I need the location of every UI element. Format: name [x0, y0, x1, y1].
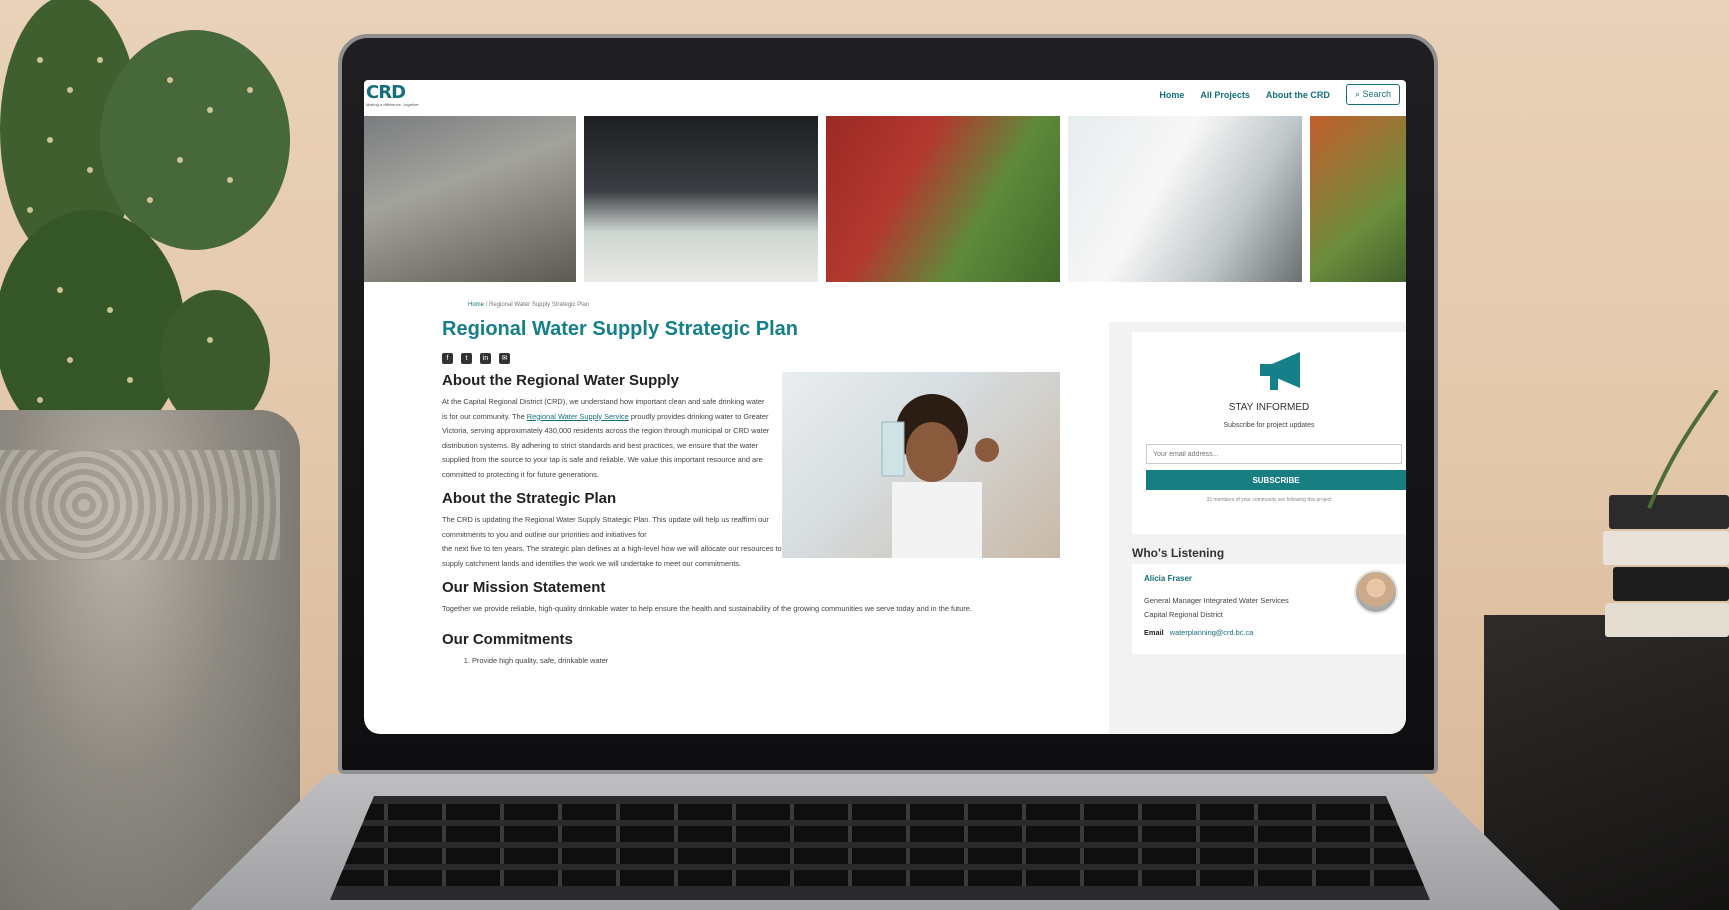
about-supply-text: At the Capital Regional District (CRD), … — [442, 395, 770, 482]
subscribe-button[interactable]: SUBSCRIBE — [1146, 470, 1406, 490]
plant-leaf — [1647, 390, 1719, 509]
logo-tagline: Making a difference...together — [366, 102, 419, 107]
megaphone-icon — [1260, 352, 1300, 390]
nav-home[interactable]: Home — [1159, 90, 1184, 100]
share-icons: f t in ✉ — [442, 353, 1062, 364]
search-icon: ⌕ — [1354, 89, 1360, 99]
child-photo-illustration — [881, 394, 999, 558]
contact-role-line1: General Manager Integrated Water Service… — [1144, 596, 1289, 605]
hero-banner — [364, 116, 1406, 282]
breadcrumb-separator: / — [485, 302, 488, 308]
heading-commitments: Our Commitments — [442, 630, 573, 648]
nav-about-crd[interactable]: About the CRD — [1266, 90, 1330, 100]
twitter-icon[interactable]: t — [461, 353, 472, 364]
logo-mark: CRD — [366, 82, 406, 103]
search-label: Search — [1362, 89, 1391, 99]
heading-mission: Our Mission Statement — [442, 579, 606, 596]
contact-email-label: Email — [1144, 628, 1164, 637]
list-item: Provide high quality, safe, drinkable wa… — [472, 656, 1062, 665]
pot-pattern — [0, 450, 280, 560]
linkedin-icon[interactable]: in — [480, 353, 491, 364]
regional-water-supply-link[interactable]: Regional Water Supply Service — [527, 412, 629, 421]
banner-photo-water-samples — [584, 116, 818, 282]
email-icon[interactable]: ✉ — [499, 353, 510, 364]
avatar — [1354, 570, 1398, 614]
facebook-icon[interactable]: f — [442, 353, 453, 364]
contact-name: Alicia Fraser — [1144, 574, 1193, 583]
banner-photo-hydrant — [826, 116, 1060, 282]
stay-informed-title: STAY INFORMED — [1228, 402, 1310, 413]
site-header: CRD Making a difference...together Home … — [364, 80, 1406, 116]
mission-text: Together we provide reliable, high-quali… — [442, 604, 972, 613]
commitments-list: Provide high quality, safe, drinkable wa… — [472, 656, 1062, 665]
whos-listening-card: Alicia Fraser General Manager Integrated… — [1132, 564, 1406, 654]
breadcrumb: Home / Regional Water Supply Strategic P… — [468, 302, 589, 308]
crd-logo[interactable]: CRD Making a difference...together — [366, 82, 436, 110]
banner-photo-road-crew — [364, 116, 576, 282]
whos-listening-title: Who's Listening — [1132, 546, 1225, 560]
banner-photo-field-worker — [1310, 116, 1406, 282]
keyboard — [330, 796, 1430, 900]
contact-email: Email waterplanning@crd.bc.ca — [1144, 628, 1253, 637]
laptop-screen: CRD Making a difference...together Home … — [364, 80, 1406, 734]
email-field[interactable] — [1146, 444, 1402, 464]
about-supply-text-b: proudly provides drinking water to Great… — [442, 411, 770, 479]
cactus-plant — [0, 0, 290, 450]
nav-all-projects[interactable]: All Projects — [1200, 90, 1250, 100]
page-title: Regional Water Supply Strategic Plan — [442, 318, 798, 340]
stay-informed-subtitle: Subscribe for project updates — [1223, 422, 1315, 429]
breadcrumb-current: Regional Water Supply Strategic Plan — [489, 302, 590, 308]
about-section: About the Regional Water Supply At the C… — [442, 372, 1062, 665]
followers-note: 33 members of your community are followi… — [1206, 497, 1332, 503]
dark-cabinet — [1484, 615, 1729, 910]
contact-role: General Manager Integrated Water Service… — [1144, 594, 1289, 622]
child-water-glass-photo — [782, 372, 1060, 558]
stay-informed-card: STAY INFORMED Subscribe for project upda… — [1132, 332, 1406, 534]
main-content: Regional Water Supply Strategic Plan f t… — [442, 318, 1062, 665]
banner-photo-lab-scientist — [1068, 116, 1302, 282]
about-plan-text-narrow: The CRD is updating the Regional Water S… — [442, 515, 769, 539]
breadcrumb-home[interactable]: Home — [468, 302, 484, 308]
main-nav: Home All Projects About the CRD ⌕ Search — [1159, 84, 1400, 105]
contact-role-line2: Capital Regional District — [1144, 610, 1223, 619]
search-button[interactable]: ⌕ Search — [1345, 84, 1400, 105]
contact-email-link[interactable]: waterplanning@crd.bc.ca — [1170, 628, 1254, 637]
book-stack — [1599, 495, 1729, 645]
